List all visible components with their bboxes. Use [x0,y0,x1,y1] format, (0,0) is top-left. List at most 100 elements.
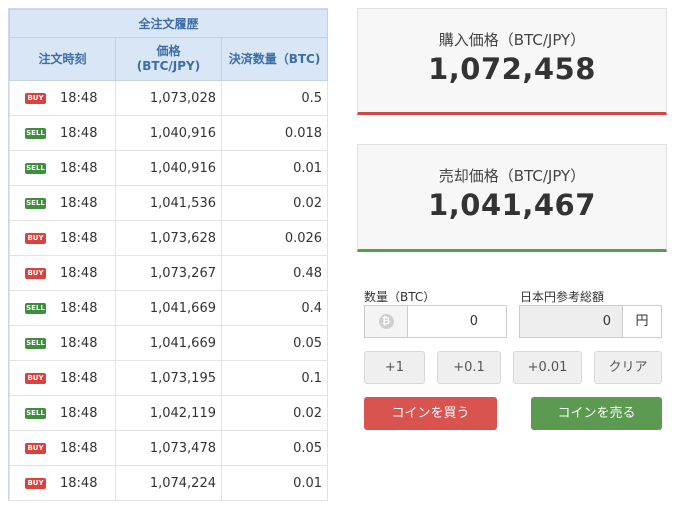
order-qty: 0.02 [220,185,329,221]
order-time-cell: BUY 18:48 [9,255,116,291]
table-row: SELL 18:48 1,041,669 0.05 [9,325,329,361]
column-header-time: 注文時刻 [9,37,116,81]
order-time: 18:48 [60,335,98,351]
buy-side-badge: BUY [25,92,46,104]
order-time-cell: BUY 18:48 [9,430,116,466]
order-price: 1,073,267 [115,255,222,291]
table-row: SELL 18:48 1,041,536 0.02 [9,185,329,221]
sell-price-label: 売却価格（BTC/JPY） [438,167,586,185]
column-header-price: 価格 (BTC/JPY) [115,37,222,81]
table-row: BUY 18:48 1,073,028 0.5 [9,80,329,116]
bitcoin-icon: ₿ [378,314,394,329]
clear-button[interactable]: クリア [594,351,662,384]
order-qty: 0.05 [220,430,329,466]
jpy-total-label: 日本円参考総額 [520,290,605,304]
sell-side-badge: SELL [25,162,46,174]
jpy-total-field: 円 [519,305,662,338]
order-time: 18:48 [60,160,98,176]
table-row: BUY 18:48 1,074,224 0.01 [9,465,329,501]
order-qty: 0.05 [220,325,329,361]
buy-price-card: 購入価格（BTC/JPY） 1,072,458 [357,8,667,115]
sell-side-badge: SELL [25,302,46,314]
order-price: 1,040,916 [115,150,222,186]
order-time: 18:48 [60,90,98,106]
order-price: 1,042,119 [115,395,222,431]
order-time-cell: SELL 18:48 [9,290,116,326]
order-price: 1,073,628 [115,220,222,256]
order-time-cell: SELL 18:48 [9,150,116,186]
order-price: 1,074,224 [115,465,222,501]
order-time-cell: BUY 18:48 [9,80,116,116]
sell-side-badge: SELL [25,407,46,419]
column-header-qty: 決済数量（BTC) [220,37,329,81]
buy-coin-button[interactable]: コインを買う [364,397,497,430]
sell-side-badge: SELL [25,127,46,139]
order-time: 18:48 [60,300,98,316]
table-row: BUY 18:48 1,073,195 0.1 [9,360,329,396]
order-time-cell: BUY 18:48 [9,465,116,501]
buy-price-label: 購入価格（BTC/JPY） [438,31,586,49]
order-time: 18:48 [60,230,98,246]
step-plus-0-01-button[interactable]: +0.01 [513,351,582,384]
order-price: 1,041,669 [115,290,222,326]
order-qty: 0.018 [220,115,329,151]
order-time: 18:48 [60,195,98,211]
btc-icon-box: ₿ [365,306,408,337]
order-price: 1,073,478 [115,430,222,466]
order-price: 1,041,669 [115,325,222,361]
sell-price-card: 売却価格（BTC/JPY） 1,041,467 [357,144,667,252]
order-time-cell: BUY 18:48 [9,360,116,396]
buy-side-badge: BUY [25,267,46,279]
order-qty: 0.01 [220,150,329,186]
buy-side-badge: BUY [25,372,46,384]
table-row: BUY 18:48 1,073,628 0.026 [9,220,329,256]
order-time: 18:48 [60,265,98,281]
buy-price-value: 1,072,458 [428,52,596,86]
qty-label: 数量（BTC） [364,290,436,304]
qty-field: ₿ [364,305,507,338]
order-time: 18:48 [60,370,98,386]
order-price: 1,041,536 [115,185,222,221]
buy-side-badge: BUY [25,442,46,454]
buy-side-badge: BUY [25,477,46,489]
buy-side-badge: BUY [25,232,46,244]
table-row: SELL 18:48 1,041,669 0.4 [9,290,329,326]
sell-side-badge: SELL [25,197,46,209]
table-row: SELL 18:48 1,040,916 0.018 [9,115,329,151]
order-qty: 0.5 [220,80,329,116]
order-qty: 0.02 [220,395,329,431]
order-time-cell: SELL 18:48 [9,395,116,431]
order-price: 1,040,916 [115,115,222,151]
column-header-price-line1: 価格 [156,44,181,58]
jpy-unit-label: 円 [622,306,661,337]
sell-price-value: 1,041,467 [428,188,596,222]
table-row: SELL 18:48 1,042,119 0.02 [9,395,329,431]
order-price: 1,073,195 [115,360,222,396]
order-history-body: BUY 18:48 1,073,028 0.5 SELL 18:48 1,040,916 0.… [9,80,329,501]
order-qty: 0.026 [220,220,329,256]
order-time: 18:48 [60,125,98,141]
table-row: SELL 18:48 1,040,916 0.01 [9,150,329,186]
order-time-cell: BUY 18:48 [9,220,116,256]
order-time-cell: SELL 18:48 [9,325,116,361]
order-time: 18:48 [60,405,98,421]
order-history-panel: 全注文履歴 注文時刻 価格 (BTC/JPY) 決済数量（BTC) BUY 18:… [8,8,329,501]
column-header-price-line2: (BTC/JPY) [136,59,201,73]
sell-coin-button[interactable]: コインを売る [531,397,662,430]
table-row: BUY 18:48 1,073,267 0.48 [9,255,329,291]
order-qty: 0.1 [220,360,329,396]
qty-input[interactable] [408,306,506,337]
order-time-cell: SELL 18:48 [9,185,116,221]
order-qty: 0.01 [220,465,329,501]
order-time: 18:48 [60,475,98,491]
order-qty: 0.48 [220,255,329,291]
step-plus-0-1-button[interactable]: +0.1 [437,351,501,384]
order-qty: 0.4 [220,290,329,326]
jpy-total-input [520,306,622,337]
order-time: 18:48 [60,440,98,456]
step-plus-1-button[interactable]: +1 [364,351,425,384]
order-time-cell: SELL 18:48 [9,115,116,151]
table-row: BUY 18:48 1,073,478 0.05 [9,430,329,466]
order-history-table: 全注文履歴 注文時刻 価格 (BTC/JPY) 決済数量（BTC) BUY 18:… [8,9,329,501]
order-price: 1,073,028 [115,80,222,116]
